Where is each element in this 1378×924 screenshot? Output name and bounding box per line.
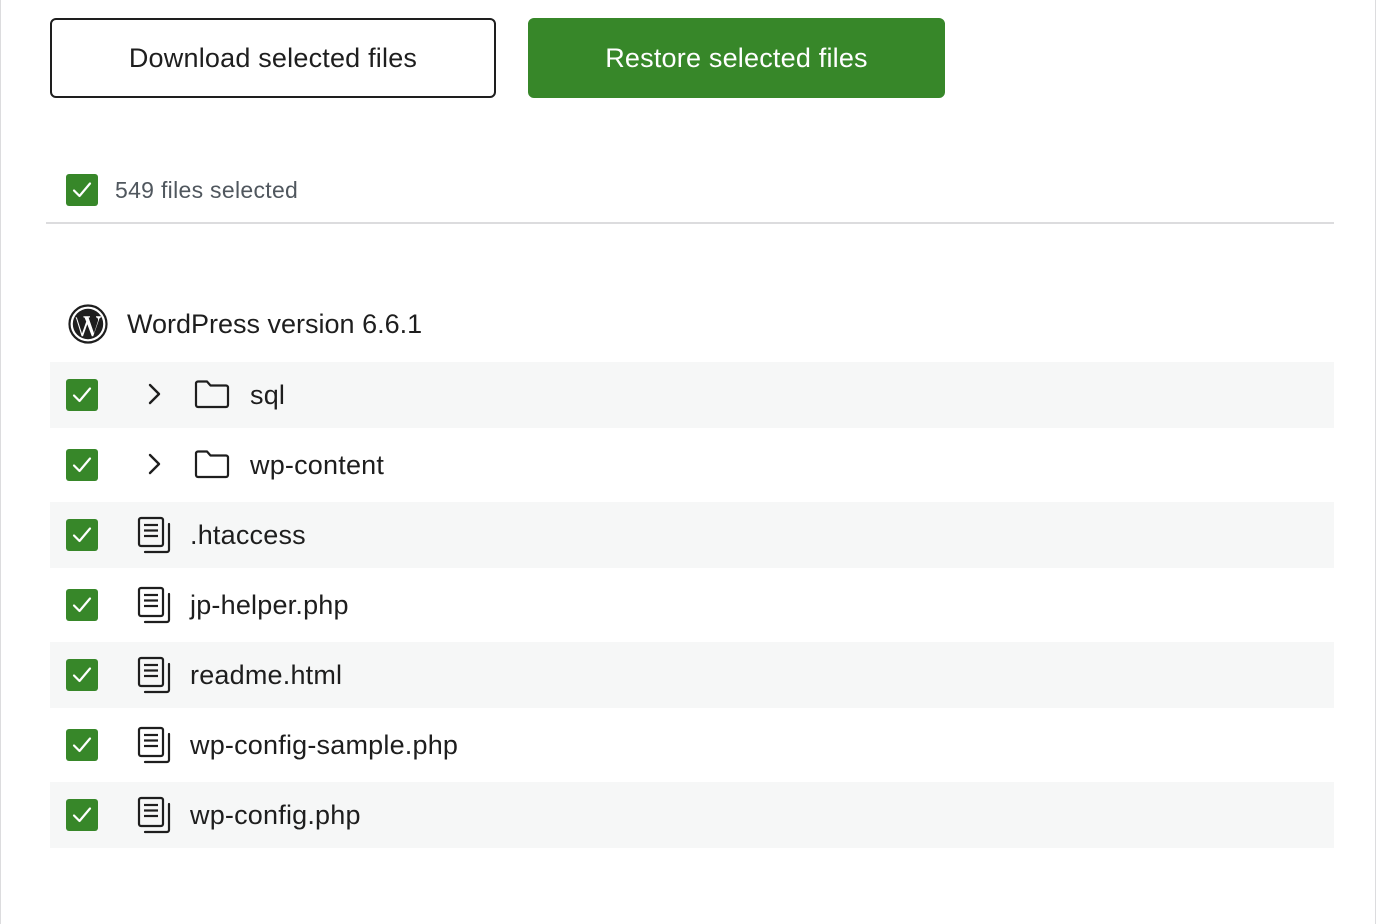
- folder-icon: [194, 450, 230, 479]
- backup-file-browser: Download selected files Restore selected…: [0, 0, 1376, 924]
- list-item[interactable]: readme.html: [50, 642, 1334, 708]
- wordpress-logo-icon: [68, 304, 108, 344]
- file-list: sql wp-content .htaccess jp-helper.php r…: [50, 362, 1334, 852]
- file-name: wp-config.php: [190, 800, 361, 830]
- list-item[interactable]: wp-config.php: [50, 782, 1334, 848]
- checkmark-icon: [72, 597, 92, 613]
- checkmark-icon: [72, 457, 92, 473]
- file-checkbox[interactable]: [66, 449, 98, 481]
- list-item[interactable]: wp-config-sample.php: [50, 712, 1334, 778]
- checkmark-icon: [72, 737, 92, 753]
- file-checkbox[interactable]: [66, 729, 98, 761]
- list-item[interactable]: wp-content: [50, 432, 1334, 498]
- folder-icon: [194, 380, 230, 409]
- list-item[interactable]: .htaccess: [50, 502, 1334, 568]
- file-checkbox[interactable]: [66, 379, 98, 411]
- file-icon: [137, 516, 171, 554]
- file-name: wp-content: [250, 450, 385, 480]
- file-name: wp-config-sample.php: [190, 730, 459, 760]
- list-item[interactable]: sql: [50, 362, 1334, 428]
- file-checkbox[interactable]: [66, 799, 98, 831]
- files-selected-count: 549 files selected: [115, 177, 299, 203]
- file-icon: [137, 586, 171, 624]
- select-all-checkbox[interactable]: [66, 174, 98, 206]
- chevron-right-icon[interactable]: [140, 380, 168, 408]
- chevron-right-icon[interactable]: [140, 450, 168, 478]
- file-icon: [137, 796, 171, 834]
- file-name: jp-helper.php: [190, 590, 349, 620]
- list-item[interactable]: jp-helper.php: [50, 572, 1334, 638]
- divider: [46, 222, 1334, 224]
- file-checkbox[interactable]: [66, 659, 98, 691]
- checkmark-icon: [72, 667, 92, 683]
- file-icon: [137, 726, 171, 764]
- file-name: readme.html: [190, 660, 343, 690]
- checkmark-icon: [72, 527, 92, 543]
- download-selected-files-button[interactable]: Download selected files: [50, 18, 496, 98]
- file-name: .htaccess: [190, 520, 306, 550]
- file-checkbox[interactable]: [66, 589, 98, 621]
- wordpress-version-title: WordPress version 6.6.1: [127, 309, 423, 339]
- wordpress-version-header: [68, 304, 108, 344]
- file-checkbox[interactable]: [66, 519, 98, 551]
- checkmark-icon: [72, 387, 92, 403]
- checkmark-icon: [72, 807, 92, 823]
- file-icon: [137, 656, 171, 694]
- checkmark-icon: [72, 182, 92, 198]
- restore-selected-files-button[interactable]: Restore selected files: [528, 18, 945, 98]
- file-name: sql: [250, 380, 286, 410]
